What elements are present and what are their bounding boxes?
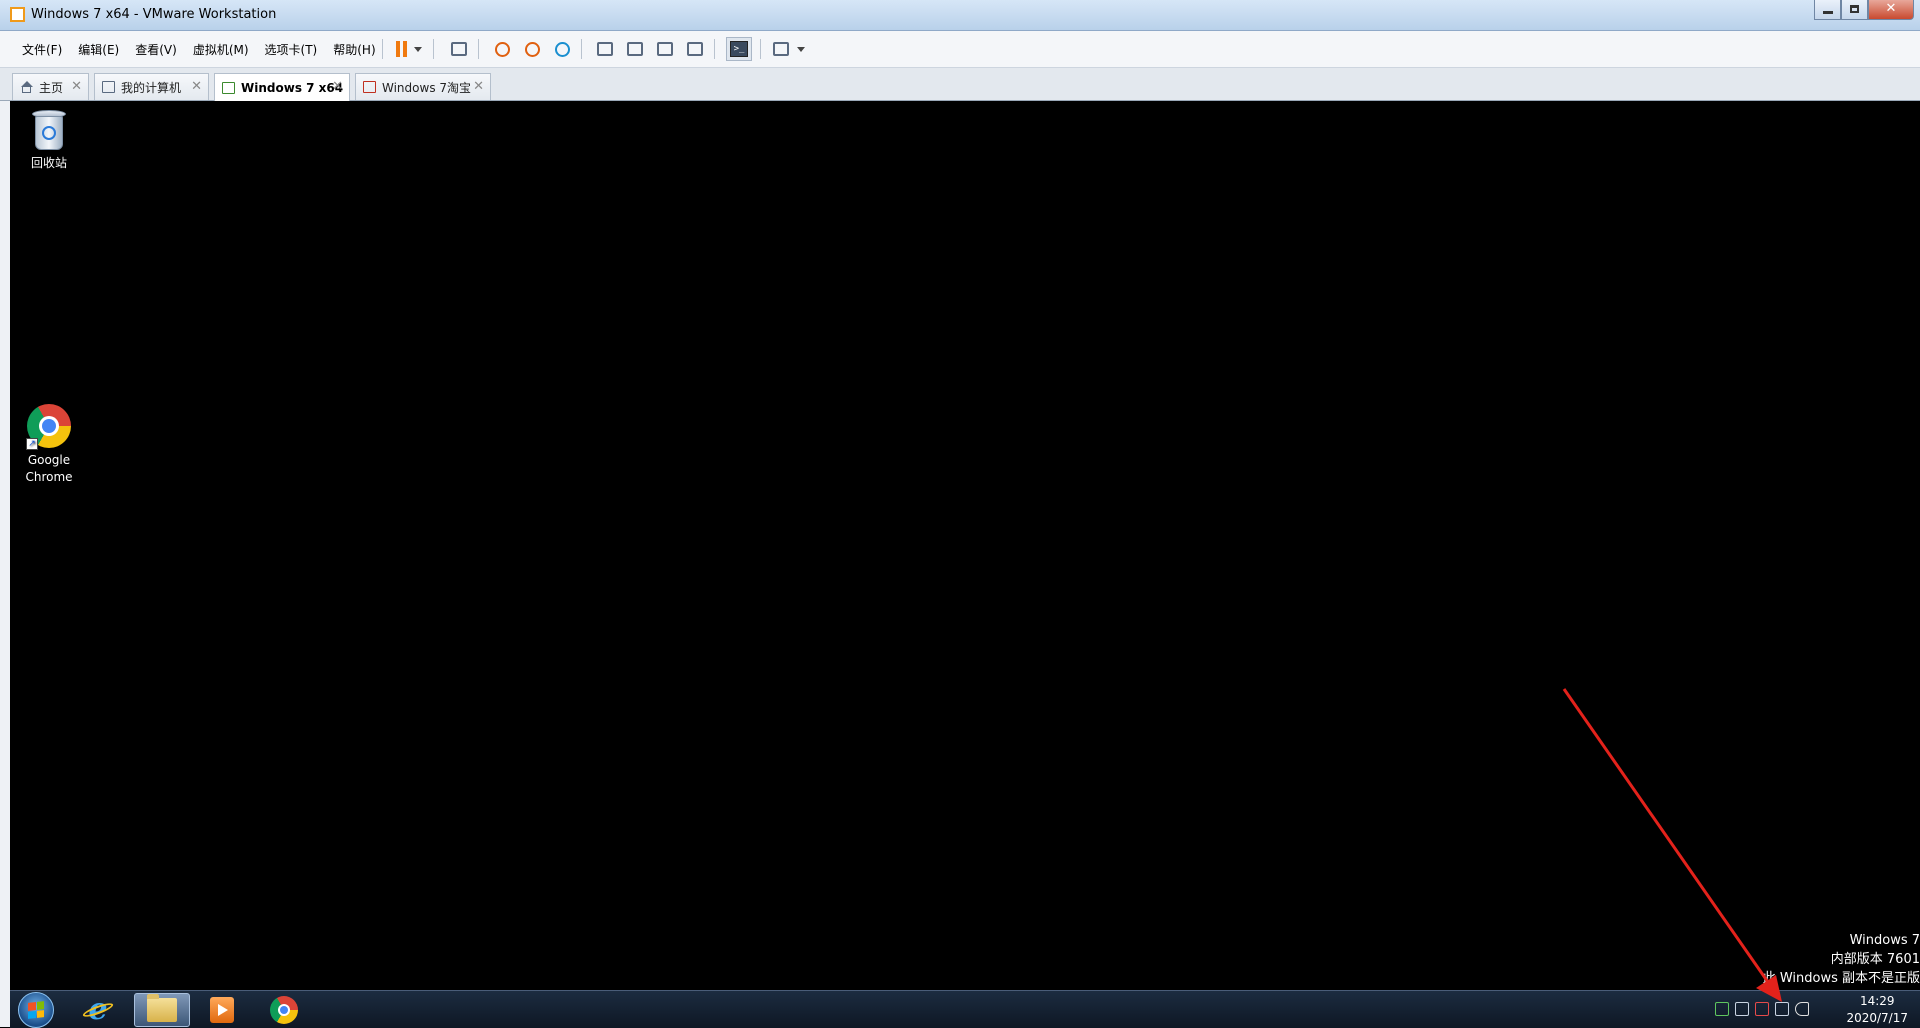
- vm-console-display[interactable]: [10, 101, 1920, 990]
- window-title: Windows 7 x64 - VMware Workstation: [31, 7, 277, 22]
- toolbar-separator: [382, 39, 383, 59]
- stretch-dropdown-button[interactable]: [794, 38, 808, 60]
- take-snapshot-button[interactable]: [491, 38, 513, 60]
- snapshot-manager-icon: [554, 41, 570, 57]
- pause-button[interactable]: [391, 38, 413, 60]
- desktop-icon-google-chrome[interactable]: ↗ Google Chrome: [14, 404, 84, 486]
- keyboard-icon[interactable]: [1735, 1002, 1749, 1016]
- window-controls: ✕: [1814, 0, 1914, 22]
- windows-explorer-icon: [147, 994, 177, 1022]
- tab-home[interactable]: 主页 ✕: [12, 73, 89, 100]
- taskbar-windows-explorer[interactable]: [134, 993, 190, 1027]
- action-center-flag-icon[interactable]: [1755, 1002, 1769, 1016]
- full-screen-button[interactable]: [654, 38, 676, 60]
- snapshot-manager-button[interactable]: [551, 38, 573, 60]
- taskbar-google-chrome[interactable]: [256, 993, 312, 1027]
- menu-help[interactable]: 帮助(H): [325, 41, 383, 58]
- revert-snapshot-button[interactable]: [521, 38, 543, 60]
- media-player-icon: [210, 997, 234, 1023]
- toolbar-separator: [433, 39, 434, 59]
- vm-icon: [363, 81, 376, 93]
- home-icon: [20, 81, 33, 93]
- recycle-bin-icon: [32, 108, 66, 152]
- tab-bar: 主页 ✕ 我的计算机 ✕ Windows 7 x64 ✕ Windows 7淘宝…: [0, 68, 1920, 101]
- title-bar: Windows 7 x64 - VMware Workstation ✕: [0, 0, 1920, 31]
- tab-close-icon[interactable]: ✕: [191, 79, 202, 94]
- close-icon: ✕: [1885, 1, 1897, 16]
- menu-bar: 文件(F) 编辑(E) 查看(V) 虚拟机(M) 选项卡(T) 帮助(H): [14, 31, 384, 67]
- console-view-icon: >_: [730, 41, 748, 57]
- menu-edit[interactable]: 编辑(E): [70, 41, 127, 58]
- watermark-line: Windows 7: [1849, 933, 1920, 948]
- chrome-icon: [270, 996, 298, 1024]
- tab-label: Windows 7淘宝: [382, 80, 472, 95]
- power-dropdown-button[interactable]: [411, 38, 425, 60]
- send-ctrl-alt-del-button[interactable]: [448, 38, 470, 60]
- tab-close-icon[interactable]: ✕: [473, 79, 484, 94]
- tab-my-computer[interactable]: 我的计算机 ✕: [94, 73, 209, 100]
- windows-not-genuine-watermark: Windows 7 内部版本 7601 此 Windows 副本不是正版: [1763, 931, 1920, 988]
- menu-tabs[interactable]: 选项卡(T): [257, 41, 326, 58]
- unity-button[interactable]: [684, 38, 706, 60]
- toolbar-separator: [760, 39, 761, 59]
- send-keys-icon: [451, 42, 467, 56]
- taskbar-clock[interactable]: 14:29 2020/7/17: [1846, 993, 1908, 1027]
- tab-label: 主页: [39, 80, 64, 95]
- volume-muted-icon[interactable]: [1795, 1002, 1809, 1016]
- menu-vm[interactable]: 虚拟机(M): [185, 41, 257, 58]
- unity-icon: [687, 42, 703, 56]
- taskbar-internet-explorer[interactable]: e: [70, 993, 126, 1027]
- maximize-button[interactable]: [1841, 0, 1868, 20]
- tab-label: 我的计算机: [121, 80, 182, 95]
- toolbar-separator: [478, 39, 479, 59]
- tab-windows-7-taobao[interactable]: Windows 7淘宝 ✕: [355, 73, 491, 100]
- stretch-icon: [773, 42, 789, 56]
- computer-icon: [102, 81, 115, 93]
- console-view-button[interactable]: >_: [726, 37, 752, 61]
- snapshot-icon: [494, 41, 510, 57]
- stretch-guest-button[interactable]: [770, 38, 792, 60]
- minimize-button[interactable]: [1814, 0, 1841, 20]
- network-connection-icon[interactable]: [1775, 1002, 1789, 1016]
- internet-explorer-icon: e: [84, 995, 112, 1025]
- vm-running-icon: [222, 81, 235, 94]
- chevron-down-icon: [414, 46, 422, 52]
- tab-close-icon[interactable]: ✕: [332, 79, 343, 94]
- chevron-down-icon: [797, 46, 805, 52]
- clock-time: 14:29: [1859, 994, 1895, 1008]
- taskbar-media-player[interactable]: [194, 993, 250, 1027]
- thumbnail-bar-button[interactable]: [624, 38, 646, 60]
- desktop-icon-recycle-bin[interactable]: 回收站: [14, 108, 84, 171]
- notification-area: [1715, 1002, 1815, 1018]
- tab-close-icon[interactable]: ✕: [71, 79, 82, 94]
- tab-windows-7-x64[interactable]: Windows 7 x64 ✕: [214, 73, 350, 101]
- full-screen-icon: [657, 42, 673, 56]
- clock-date: 2020/7/17: [1846, 1011, 1908, 1025]
- tab-label: Windows 7 x64: [241, 80, 344, 95]
- start-orb-icon: [28, 1001, 44, 1019]
- desktop-icon-label: Google Chrome: [25, 453, 73, 484]
- menu-file[interactable]: 文件(F): [14, 41, 70, 58]
- revert-snapshot-icon: [524, 41, 540, 57]
- guest-taskbar: e 14:29 2020/7/17: [10, 990, 1920, 1028]
- library-icon: [597, 42, 613, 56]
- menu-view[interactable]: 查看(V): [127, 41, 185, 58]
- start-button[interactable]: [18, 992, 54, 1028]
- watermark-line: 此 Windows 副本不是正版: [1762, 971, 1920, 986]
- toolbar-separator: [714, 39, 715, 59]
- show-library-button[interactable]: [594, 38, 616, 60]
- close-button[interactable]: ✕: [1868, 0, 1914, 20]
- menu-toolbar-bar: 文件(F) 编辑(E) 查看(V) 虚拟机(M) 选项卡(T) 帮助(H) >_: [0, 31, 1920, 68]
- watermark-line: 内部版本 7601: [1830, 952, 1920, 967]
- shortcut-arrow-icon: ↗: [26, 438, 38, 450]
- vmware-app-icon[interactable]: [10, 7, 25, 22]
- pause-icon: [396, 41, 408, 57]
- chrome-icon: ↗: [26, 404, 71, 450]
- desktop-icon-label: 回收站: [30, 156, 67, 170]
- thumbnail-bar-icon: [627, 42, 643, 56]
- toolbar-separator: [581, 39, 582, 59]
- network-status-icon[interactable]: [1715, 1002, 1729, 1016]
